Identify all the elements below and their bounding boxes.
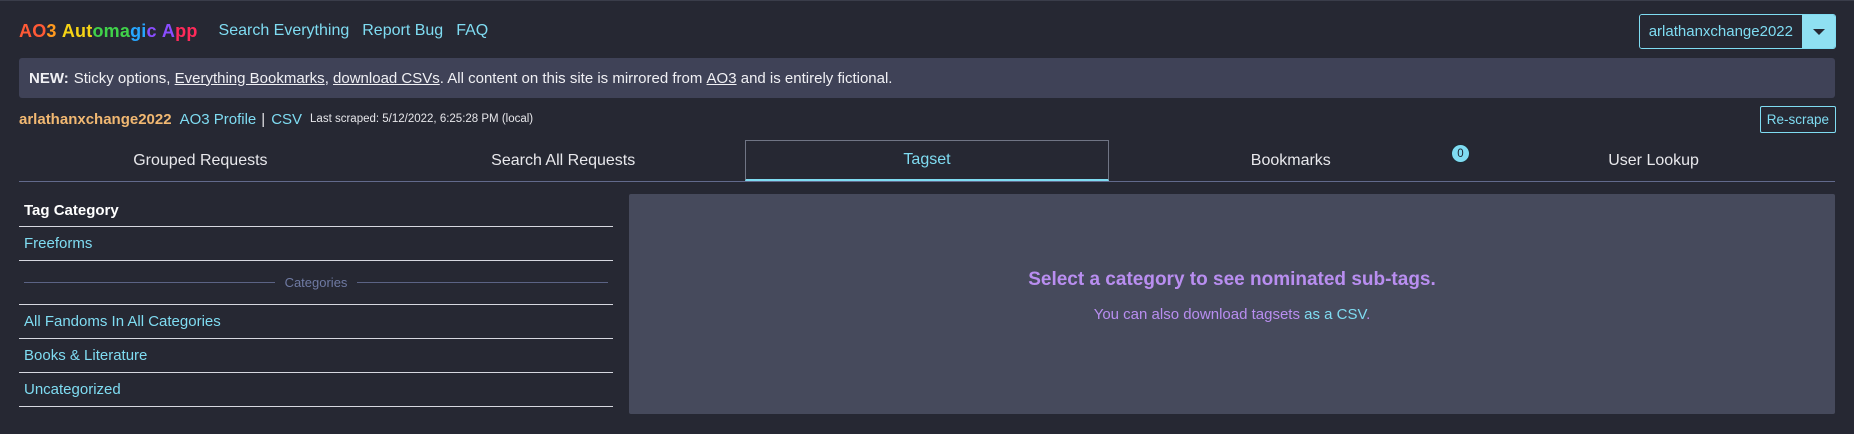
categories-divider: Categories (19, 261, 613, 305)
chevron-down-icon (1812, 28, 1825, 35)
panel-subtitle-suffix: . (1366, 306, 1371, 323)
panel-subtitle-text: You can also download tagsets (1093, 306, 1300, 323)
tab-tagset[interactable]: Tagset (744, 140, 1110, 181)
notice-text: , (324, 69, 329, 87)
tag-category-list: Tag Category Freeforms Categories All Fa… (19, 194, 613, 407)
category-item-uncategorized[interactable]: Uncategorized (19, 373, 613, 407)
last-scraped-text: Last scraped: 5/12/2022, 6:25:28 PM (loc… (310, 113, 534, 125)
nav-search-everything[interactable]: Search Everything (219, 22, 350, 40)
notice-text: Sticky options, (73, 69, 171, 87)
user-info-row: arlathanxchange2022 AO3 Profile | CSV La… (19, 109, 533, 129)
categories-divider-label: Categories (284, 275, 348, 290)
user-select-toggle[interactable] (1802, 15, 1835, 48)
subtag-panel: Select a category to see nominated sub-t… (629, 194, 1835, 414)
panel-subtitle: You can also download tagsets as a CSV. (629, 306, 1835, 323)
separator: | (261, 110, 266, 128)
nav-faq[interactable]: FAQ (456, 22, 488, 40)
category-item-freeforms[interactable]: Freeforms (19, 227, 613, 261)
notice-text: . All content on this site is mirrored f… (439, 69, 703, 87)
tab-bar: Grouped Requests Search All Requests Tag… (19, 140, 1835, 182)
app-page: AO3 Automagic App Search Everything Repo… (0, 0, 1854, 434)
user-select[interactable]: arlathanxchange2022 (1638, 14, 1836, 49)
app-logo[interactable]: AO3 Automagic App (19, 21, 198, 42)
ao3-profile-link[interactable]: AO3 Profile (180, 111, 257, 128)
csv-link[interactable]: CSV (271, 111, 302, 128)
tab-grouped-requests[interactable]: Grouped Requests (19, 140, 382, 181)
category-item-books-literature[interactable]: Books & Literature (19, 339, 613, 373)
divider-line (24, 282, 275, 283)
ao3-link[interactable]: AO3 (707, 70, 737, 87)
top-nav: AO3 Automagic App Search Everything Repo… (19, 15, 488, 47)
download-csvs-link[interactable]: download CSVs (333, 70, 440, 87)
nav-report-bug[interactable]: Report Bug (362, 22, 443, 40)
category-item-all-fandoms[interactable]: All Fandoms In All Categories (19, 305, 613, 339)
username: arlathanxchange2022 (19, 110, 172, 128)
notice-text: and is entirely fictional. (740, 69, 893, 87)
bookmarks-count-badge: 0 (1451, 144, 1470, 163)
announcement-banner: NEW: Sticky options, Everything Bookmark… (19, 58, 1835, 98)
rescrape-button[interactable]: Re-scrape (1759, 106, 1836, 133)
user-select-value[interactable]: arlathanxchange2022 (1639, 15, 1802, 48)
tab-search-all-requests[interactable]: Search All Requests (382, 140, 745, 181)
tag-category-header: Tag Category (19, 194, 613, 227)
tab-user-lookup[interactable]: User Lookup (1472, 140, 1835, 181)
tab-bookmarks[interactable]: Bookmarks (1109, 140, 1472, 181)
notice-new-label: NEW: (29, 69, 69, 87)
tagset-csv-link[interactable]: as a CSV (1304, 306, 1366, 323)
everything-bookmarks-link[interactable]: Everything Bookmarks (175, 70, 325, 87)
divider-line (357, 282, 608, 283)
panel-title: Select a category to see nominated sub-t… (1028, 269, 1436, 290)
